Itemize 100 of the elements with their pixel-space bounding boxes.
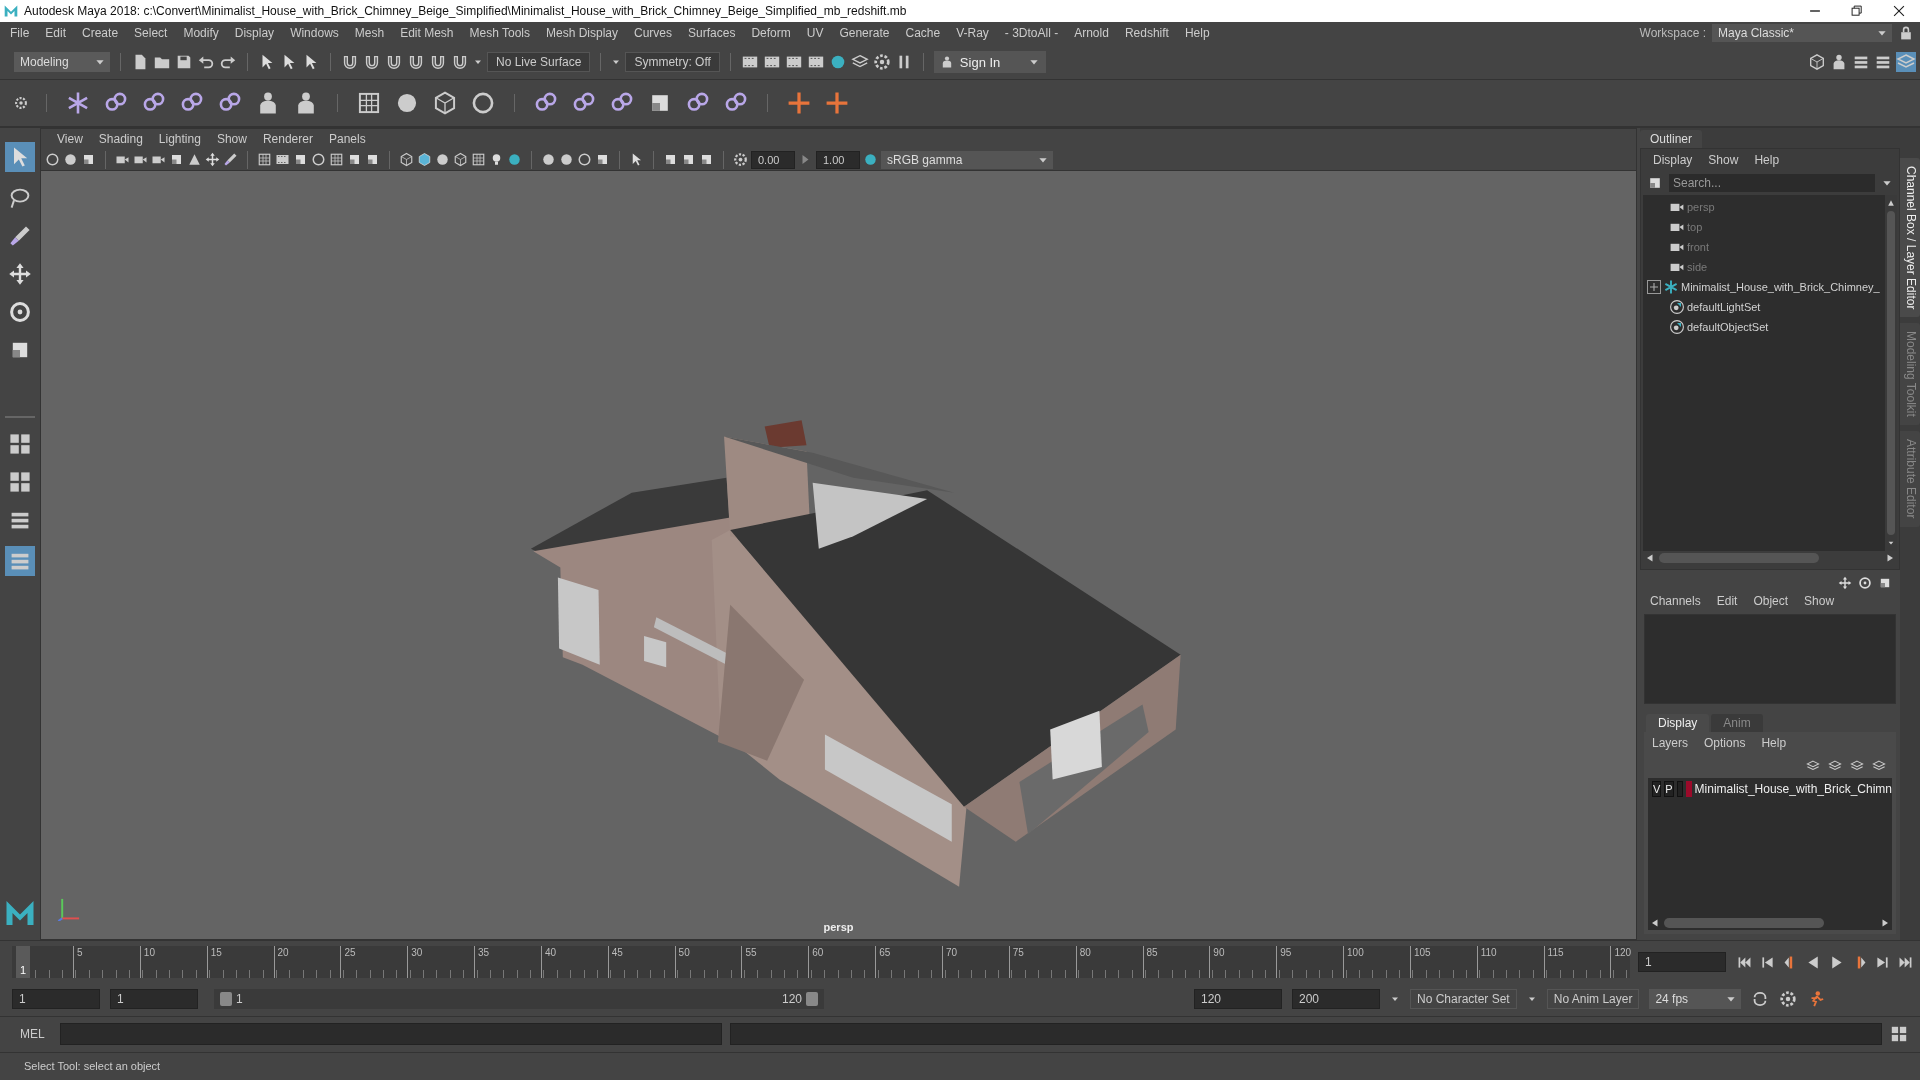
sphere-icon[interactable] — [541, 152, 556, 167]
start-frame-field[interactable]: 1 — [12, 989, 100, 1009]
magnet-icon[interactable] — [407, 53, 425, 71]
play-icon[interactable] — [1880, 918, 1890, 928]
circle-icon[interactable] — [470, 90, 496, 116]
menu-item[interactable]: Generate — [831, 26, 898, 40]
square-icon[interactable] — [663, 152, 678, 167]
search-field[interactable]: Search... — [1669, 174, 1875, 192]
gear-icon[interactable] — [733, 152, 748, 167]
layers-icon[interactable] — [1850, 759, 1864, 773]
triangle-icon[interactable] — [187, 152, 202, 167]
gear-icon[interactable] — [872, 53, 891, 71]
mode-dropdown[interactable]: Modeling — [14, 52, 110, 72]
menu-item[interactable]: Arnold — [1066, 26, 1117, 40]
circle-icon[interactable] — [577, 152, 592, 167]
playback-start-field[interactable]: 1 — [110, 989, 198, 1009]
square-icon[interactable] — [365, 152, 380, 167]
layer-color-swatch[interactable] — [1685, 781, 1692, 797]
menu-item[interactable]: Object — [1745, 594, 1797, 608]
square-icon[interactable] — [1878, 576, 1892, 590]
plus-icon[interactable] — [786, 90, 812, 116]
menu-item[interactable]: Channels — [1642, 594, 1709, 608]
menu-item[interactable]: Cache — [897, 26, 949, 40]
reference-toggle[interactable] — [1676, 781, 1683, 797]
grid-icon[interactable] — [356, 90, 382, 116]
move-arrows-icon[interactable] — [1838, 576, 1852, 590]
playback-end-field[interactable]: 120 — [1194, 989, 1282, 1009]
menu-item[interactable]: Redshift — [1116, 26, 1177, 40]
scrollbar-thumb[interactable] — [1887, 211, 1895, 535]
menu-item[interactable]: Layers — [1644, 736, 1697, 750]
menu-item[interactable]: Panels — [320, 132, 374, 146]
caret-icon[interactable] — [1887, 539, 1895, 547]
scrollbar-thumb[interactable] — [1664, 918, 1824, 928]
gear-icon[interactable] — [1779, 990, 1798, 1008]
play-reverse-icon[interactable] — [1650, 918, 1660, 928]
exposure-field[interactable]: 0.00 — [751, 150, 795, 169]
square-icon[interactable] — [595, 152, 610, 167]
expand-icon[interactable] — [1647, 280, 1661, 294]
menu-item[interactable]: Modify — [175, 26, 227, 40]
brush-icon[interactable] — [8, 224, 32, 248]
menu-item[interactable]: Display — [1645, 153, 1701, 167]
live-surface-field[interactable]: No Live Surface — [487, 52, 591, 72]
grid-icon[interactable] — [257, 152, 272, 167]
layer-name[interactable]: Minimalist_House_with_Brick_Chimn — [1694, 782, 1892, 796]
workspace-dropdown[interactable]: Maya Classic* — [1712, 24, 1892, 42]
cube-icon[interactable] — [399, 152, 414, 167]
menu-item[interactable]: Create — [74, 26, 127, 40]
square-icon[interactable] — [293, 152, 308, 167]
sphere-icon[interactable] — [507, 152, 522, 167]
cube-icon[interactable] — [453, 152, 468, 167]
menu-item[interactable]: Help — [1753, 736, 1795, 750]
restore-icon[interactable] — [1850, 4, 1864, 18]
sphere-icon[interactable] — [435, 152, 450, 167]
menu-item[interactable]: Mesh Display — [538, 26, 627, 40]
current-frame-field[interactable]: 1 — [1638, 952, 1726, 972]
cube-icon[interactable] — [1808, 53, 1826, 71]
triangle-icon[interactable] — [1887, 199, 1895, 207]
sign-in-button[interactable]: Sign In — [933, 51, 1046, 73]
symmetry-field[interactable]: Symmetry: Off — [625, 52, 720, 72]
layers-icon[interactable] — [1806, 759, 1820, 773]
scrollbar-thumb[interactable] — [1659, 553, 1819, 563]
color-space-dropdown[interactable]: sRGB gamma — [881, 150, 1053, 169]
sphere-icon[interactable] — [863, 152, 878, 167]
menu-item[interactable]: Show — [1700, 153, 1747, 167]
lock-icon[interactable] — [1898, 25, 1914, 41]
grid-icon[interactable] — [471, 152, 486, 167]
menu-item[interactable]: Select — [126, 26, 176, 40]
menu-item[interactable]: Deform — [743, 26, 799, 40]
menu-item[interactable]: File — [2, 26, 38, 40]
end-frame-field[interactable]: 200 — [1292, 989, 1380, 1009]
anim-layer-field[interactable]: No Anim Layer — [1546, 989, 1640, 1009]
menu-item[interactable]: - 3DtoAll - — [996, 26, 1067, 40]
move-arrows-icon[interactable] — [8, 262, 32, 286]
layers-icon[interactable] — [1828, 759, 1842, 773]
close-icon[interactable] — [1892, 4, 1906, 18]
magnet-icon[interactable] — [451, 53, 469, 71]
menu-item[interactable]: Show — [1796, 594, 1843, 608]
menu-item[interactable]: Curves — [626, 26, 681, 40]
sphere-icon[interactable] — [63, 152, 78, 167]
outliner-item[interactable]: top — [1687, 221, 1703, 233]
square-icon[interactable] — [699, 152, 714, 167]
four-panes-icon[interactable] — [8, 432, 32, 456]
square-icon[interactable] — [347, 152, 362, 167]
plus-icon[interactable] — [824, 90, 850, 116]
menu-item[interactable]: Surfaces — [680, 26, 744, 40]
fps-dropdown[interactable]: 24 fps — [1649, 989, 1742, 1009]
menu-item[interactable]: View — [49, 132, 91, 146]
circle-icon[interactable] — [45, 152, 60, 167]
playback-toggle[interactable]: P — [1664, 781, 1674, 797]
outliner-item[interactable]: defaultObjectSet — [1687, 321, 1769, 333]
layer-editor-tab[interactable]: Display — [1646, 714, 1710, 732]
magnet-icon[interactable] — [363, 53, 381, 71]
menu-item[interactable]: Help — [1746, 153, 1788, 167]
film-icon[interactable] — [275, 152, 290, 167]
move-arrows-icon[interactable] — [205, 152, 220, 167]
menu-item[interactable]: Show — [208, 132, 255, 146]
command-input-field[interactable] — [60, 1023, 722, 1045]
square-icon[interactable] — [681, 152, 696, 167]
menu-item[interactable]: V-Ray — [948, 26, 997, 40]
outliner-tab[interactable]: Outliner — [1640, 130, 1703, 148]
